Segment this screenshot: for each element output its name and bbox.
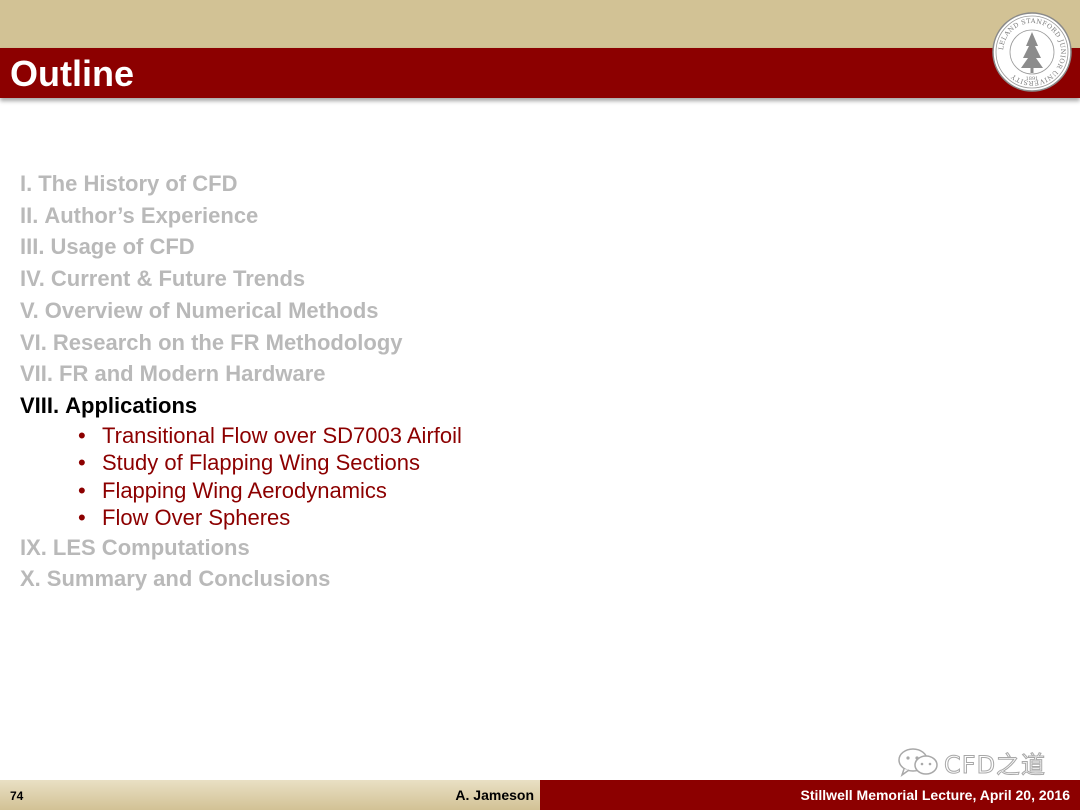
outline-item-number: IX. — [20, 534, 47, 560]
outline-item-label: Usage of CFD — [50, 234, 195, 260]
outline-item-3: III. Usage of CFD — [20, 231, 720, 263]
outline-item-5: V. Overview of Numerical Methods — [20, 295, 720, 327]
bullet-icon: • — [78, 450, 86, 476]
outline-item-number: I. — [20, 171, 33, 196]
outline-item-number: X. — [20, 566, 41, 592]
outline-item-number: IV. — [20, 266, 45, 292]
outline-item-number: III. — [20, 234, 45, 260]
sublist-item-label: Flow Over Spheres — [102, 505, 291, 531]
outline-item-label: Overview of Numerical Methods — [44, 297, 379, 323]
wechat-icon — [898, 748, 938, 777]
outline-item-number: V. — [20, 297, 39, 323]
slide: Outline LELAND STANFORD JUNIOR UNIVERSIT… — [0, 0, 1080, 810]
outline-item-1: I. The History of CFD — [20, 168, 720, 200]
outline-item-label: Summary and Conclusions — [46, 566, 331, 592]
outline-list: I. The History of CFD II. Author’s Experie… — [20, 168, 720, 595]
header-band — [0, 0, 1080, 48]
footer-left-panel: 74 A. Jameson — [0, 780, 540, 810]
outline-item-7: VII. FR and Modern Hardware — [20, 358, 720, 390]
page-number: 74 — [10, 789, 24, 803]
outline-item-number: VII. — [20, 361, 54, 387]
watermark: CFD之道 — [896, 746, 1047, 779]
author-name: A. Jameson — [455, 787, 534, 803]
outline-item-label: LES Computations — [52, 534, 250, 560]
outline-item-label: FR and Modern Hardware — [59, 361, 326, 387]
outline-item-label: Applications — [65, 392, 198, 418]
title-bar: Outline — [0, 48, 1080, 98]
footer: 74 A. Jameson Stillwell Memorial Lecture… — [0, 780, 1080, 810]
outline-item-2: II. Author’s Experience — [20, 200, 720, 232]
outline-item-10: X. Summary and Conclusions — [20, 563, 720, 595]
stanford-seal-icon: LELAND STANFORD JUNIOR UNIVERSITY 1891 — [992, 12, 1072, 92]
sublist-item: • Flapping Wing Aerodynamics — [20, 477, 720, 505]
outline-item-4: IV. Current & Future Trends — [20, 263, 720, 295]
sublist-item-label: Transitional Flow over SD7003 Airfoil — [102, 422, 462, 448]
seal-year: 1891 — [1026, 76, 1039, 82]
outline-item-label: Research on the FR Methodology — [52, 329, 403, 355]
sublist-item-label: Study of Flapping Wing Sections — [102, 450, 420, 476]
outline-item-label: Author’s Experience — [44, 202, 259, 228]
sublist-item: • Transitional Flow over SD7003 Airfoil — [20, 422, 720, 450]
sublist-item-label: Flapping Wing Aerodynamics — [102, 477, 387, 503]
outline-item-9: IX. LES Computations — [20, 532, 720, 564]
sublist-item: • Study of Flapping Wing Sections — [20, 449, 720, 477]
outline-item-6: VI. Research on the FR Methodology — [20, 327, 720, 359]
bullet-icon: • — [78, 505, 86, 531]
outline-item-number: VI. — [20, 329, 47, 355]
bullet-icon: • — [78, 422, 86, 448]
outline-item-number: II. — [20, 202, 39, 228]
outline-item-label: The History of CFD — [38, 171, 238, 196]
lecture-info: Stillwell Memorial Lecture, April 20, 20… — [800, 787, 1070, 803]
outline-item-8-current: VIII. Applications — [20, 390, 720, 422]
watermark-text: CFD之道 — [943, 750, 1047, 779]
outline-item-label: Current & Future Trends — [50, 266, 306, 292]
outline-item-number: VIII. — [20, 392, 60, 418]
footer-right-panel: Stillwell Memorial Lecture, April 20, 20… — [540, 780, 1080, 810]
applications-sublist: • Transitional Flow over SD7003 Airfoil •… — [20, 422, 720, 532]
sublist-item: • Flow Over Spheres — [20, 504, 720, 532]
bullet-icon: • — [78, 477, 86, 503]
slide-title: Outline — [10, 53, 134, 94]
